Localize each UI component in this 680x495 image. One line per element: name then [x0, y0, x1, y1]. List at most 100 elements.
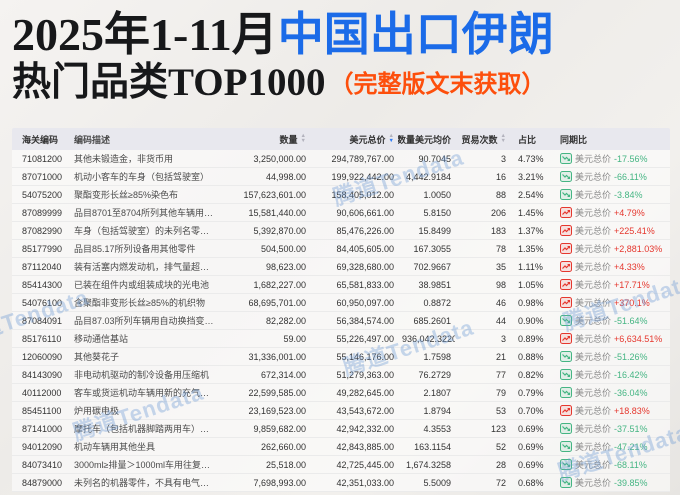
cell-quantity: 504,500.00 [260, 243, 306, 254]
cell-description: 客车或货运机动车辆用新的充气橡胶轮胎 [74, 388, 218, 398]
cell-yoy: 美元总价 +370.1% [548, 296, 670, 309]
cell-avg-usd-price: 90.7045 [418, 153, 451, 164]
cell-yoy: 美元总价 -16.42% [548, 368, 670, 381]
cell-description: 含聚酯非变形长丝≥85%的机织物 [74, 298, 205, 308]
cell-yoy: 美元总价 -37.51% [548, 422, 670, 435]
column-header-usd[interactable]: 美元总价 ▲ ▼ [310, 133, 398, 146]
cell-share-percent: 0.79% [518, 387, 544, 398]
cell-share-percent: 1.37% [518, 225, 544, 236]
trend-down-icon [560, 369, 572, 380]
title-line1: 2025年1-11月中国出口伊朗 [12, 10, 680, 60]
cell-yoy: 美元总价 -66.11% [548, 170, 670, 183]
yoy-metric-label: 美元总价 [575, 334, 612, 344]
cell-avg-usd-price: 936,042.3220 [402, 333, 455, 344]
cell-yoy: 美元总价 -39.85% [548, 476, 670, 489]
cell-yoy: 美元总价 +17.71% [548, 278, 670, 291]
trend-down-icon [560, 477, 572, 488]
trend-up-icon [560, 225, 572, 236]
cell-share-percent: 0.68% [518, 477, 544, 488]
yoy-percent-value: -3.84% [614, 189, 643, 200]
column-header-code: 海关编码 [12, 133, 70, 146]
cell-trade-count: 53 [495, 405, 506, 416]
trend-down-icon [560, 441, 572, 452]
cell-usd-total: 42,725,445.00 [336, 459, 394, 470]
column-header-qty[interactable]: 数量 ▲ ▼ [218, 133, 310, 146]
cell-hs-code: 71081200 [22, 153, 63, 164]
cell-yoy: 美元总价 -51.64% [548, 314, 670, 327]
column-header-count[interactable]: 贸易次数 ▲ ▼ [455, 133, 510, 146]
yoy-metric-label: 美元总价 [575, 280, 612, 290]
yoy-percent-value: -16.42% [614, 369, 648, 380]
trend-up-icon [560, 405, 572, 416]
column-header-share: 占比 [510, 133, 548, 146]
cell-trade-count: 183 [490, 225, 506, 236]
cell-quantity: 31,336,001.00 [248, 351, 306, 362]
table-row: 85414300 已装在组件内或组装成块的光电池 1,682,227.00 65,58… [12, 276, 670, 294]
yoy-metric-label: 美元总价 [575, 316, 612, 326]
cell-quantity: 23,169,523.00 [248, 405, 306, 416]
cell-description: 品目8701至8704所列其他车辆用未列名零、附件 [74, 208, 218, 218]
column-header-label: 海关编码 [22, 134, 59, 145]
cell-avg-usd-price: 1,674.3258 [405, 459, 451, 470]
cell-usd-total: 84,405,605.00 [336, 243, 394, 254]
cell-hs-code: 87071000 [22, 171, 63, 182]
cell-description: 非电动机驱动的制冷设备用压缩机 [74, 370, 210, 380]
trend-down-icon [560, 387, 572, 398]
cell-avg-usd-price: 685.2601 [413, 315, 451, 326]
sort-icon[interactable]: ▲ ▼ [301, 133, 306, 144]
column-header-label: 贸易次数 [461, 134, 498, 145]
cell-description: 已装在组件内或组装成块的光电池 [74, 280, 210, 290]
cell-description: 未列名的机器零件，不具有电气器材特征的 [74, 478, 218, 488]
cell-avg-usd-price: 5.8150 [423, 207, 451, 218]
cell-avg-usd-price: 4.3553 [423, 423, 451, 434]
cell-avg-usd-price: 2.1807 [423, 387, 451, 398]
yoy-percent-value: -51.64% [614, 315, 648, 326]
cell-quantity: 262,660.00 [260, 441, 306, 452]
cell-hs-code: 85176110 [22, 333, 62, 344]
title-top1000: 热门品类TOP1000 [12, 60, 326, 104]
cell-usd-total: 55,226,497.00 [336, 333, 394, 344]
cell-usd-total: 51,279,363.00 [336, 369, 394, 380]
trend-down-icon [560, 189, 572, 200]
export-categories-table: 海关编码 编码描述 数量 ▲ ▼ 美元总价 ▲ ▼ 数量美元均价 贸易次数 ▲ ▼ 占比 同期比 7108… [12, 128, 670, 492]
cell-hs-code: 85177990 [22, 243, 63, 254]
title-period: 2025年1-11月 [12, 9, 278, 60]
cell-usd-total: 90,606,661.00 [336, 207, 394, 218]
cell-yoy: 美元总价 +4.79% [548, 206, 670, 219]
cell-trade-count: 35 [495, 261, 506, 272]
cell-share-percent: 4.73% [518, 153, 544, 164]
trend-down-icon [560, 315, 572, 326]
yoy-metric-label: 美元总价 [575, 190, 612, 200]
cell-description: 移动通信基站 [74, 334, 129, 344]
yoy-percent-value: +2,881.03% [614, 243, 663, 254]
cell-usd-total: 42,843,885.00 [336, 441, 394, 452]
cell-description: 其他葵花子 [74, 352, 120, 362]
table-row: 40112000 客车或货运机动车辆用新的充气橡胶轮胎 22,599,585.00 4… [12, 384, 670, 402]
cell-hs-code: 84143090 [22, 369, 63, 380]
column-header-label: 数量 [279, 134, 298, 145]
column-header-label: 美元总价 [349, 134, 386, 145]
cell-hs-code: 40112000 [22, 387, 62, 398]
yoy-metric-label: 美元总价 [575, 226, 612, 236]
cell-usd-total: 69,328,680.00 [336, 261, 394, 272]
sort-icon[interactable]: ▲ ▼ [389, 133, 394, 144]
yoy-percent-value: -36.04% [614, 387, 648, 398]
cell-usd-total: 42,351,033.00 [336, 477, 394, 488]
cell-description: 品目85.17所列设备用其他零件 [74, 244, 196, 254]
cell-yoy: 美元总价 -51.26% [548, 350, 670, 363]
cell-usd-total: 49,282,645.00 [336, 387, 394, 398]
sort-icon[interactable]: ▲ ▼ [501, 133, 506, 144]
cell-avg-usd-price: 702.9667 [413, 261, 451, 272]
table-row: 84143090 非电动机驱动的制冷设备用压缩机 672,314.00 51,279,… [12, 366, 670, 384]
cell-hs-code: 87089999 [22, 207, 63, 218]
trend-up-icon [560, 279, 572, 290]
cell-avg-usd-price: 38.9851 [418, 279, 451, 290]
yoy-percent-value: -66.11% [614, 171, 647, 182]
yoy-metric-label: 美元总价 [575, 244, 612, 254]
table-row: 87071000 机动小客车的车身（包括驾驶室） 44,998.00 199,922,… [12, 168, 670, 186]
column-header-desc: 编码描述 [70, 133, 218, 146]
cell-trade-count: 88 [495, 189, 506, 200]
cell-quantity: 44,998.00 [265, 171, 306, 182]
cell-hs-code: 84073410 [22, 459, 63, 470]
column-header-label: 数量美元均价 [398, 134, 451, 145]
